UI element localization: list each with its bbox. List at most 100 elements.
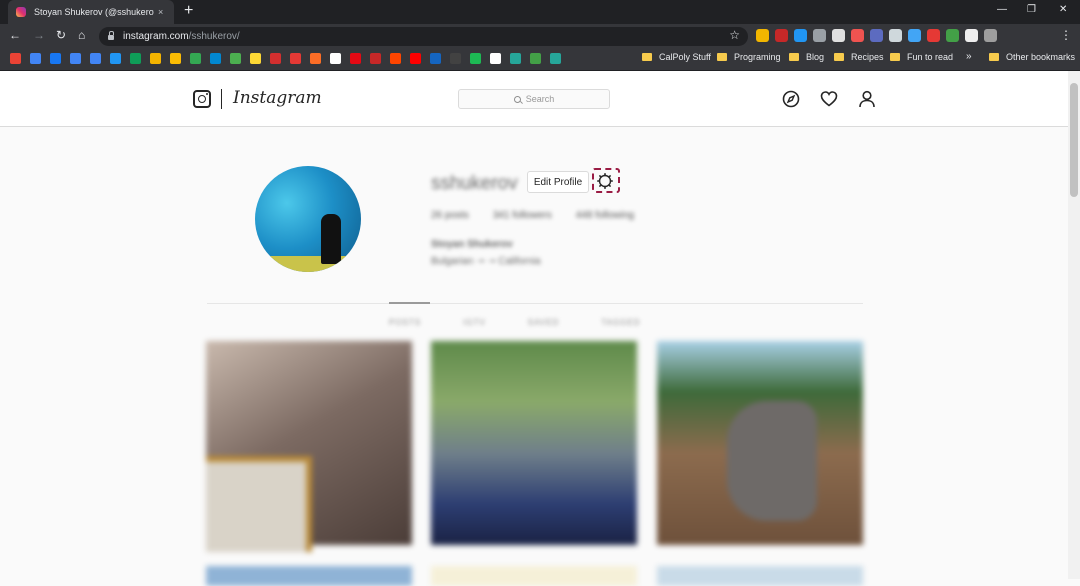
bookmark-favicon-icon[interactable] xyxy=(210,53,221,64)
profile-username: sshukerov xyxy=(431,173,518,194)
reload-button[interactable]: ↻ xyxy=(56,28,66,42)
extension-icon[interactable] xyxy=(756,29,769,42)
instagram-wordmark[interactable]: Instagram xyxy=(233,88,322,108)
bookmark-favicon-icon[interactable] xyxy=(310,53,321,64)
tab-title: Stoyan Shukerov (@sshukerov) · xyxy=(34,7,154,17)
folder-icon xyxy=(642,53,652,61)
folder-icon xyxy=(789,53,799,61)
bookmark-favicon-icon[interactable] xyxy=(430,53,441,64)
bookmark-folder-other[interactable]: Other bookmarks xyxy=(989,52,1075,62)
browser-menu-icon[interactable]: ⋮ xyxy=(1060,28,1072,42)
forward-button[interactable]: → xyxy=(33,28,45,42)
gear-icon[interactable] xyxy=(597,173,613,189)
restore-window-button[interactable]: ❐ xyxy=(1027,4,1036,15)
url-text[interactable]: instagram.com/sshukerov/ xyxy=(123,31,240,42)
more-bookmarks-button[interactable]: » xyxy=(966,51,972,62)
extension-icon[interactable] xyxy=(832,29,845,42)
bookmark-favicon-icon[interactable] xyxy=(550,53,561,64)
bookmark-favicon-icon[interactable] xyxy=(90,53,101,64)
bookmark-favicon-icon[interactable] xyxy=(270,53,281,64)
extension-icon[interactable] xyxy=(794,29,807,42)
post-thumbnail[interactable] xyxy=(431,566,637,586)
new-tab-button[interactable]: + xyxy=(184,2,193,20)
close-tab-icon[interactable]: × xyxy=(158,7,163,17)
profile-tabs: POSTS IGTV SAVED TAGGED xyxy=(389,318,641,327)
tab-tagged[interactable]: TAGGED xyxy=(601,318,640,327)
tab-igtv[interactable]: IGTV xyxy=(463,318,486,327)
edit-profile-button[interactable]: Edit Profile xyxy=(527,171,589,193)
post-thumbnail[interactable] xyxy=(657,341,863,545)
bookmark-favicon-icon[interactable] xyxy=(330,53,341,64)
bookmark-folder-programing[interactable]: Programing xyxy=(717,52,781,62)
extension-icon[interactable] xyxy=(946,29,959,42)
extension-icon[interactable] xyxy=(965,29,978,42)
browser-tab-strip: Stoyan Shukerov (@sshukerov) · × + — ❐ ✕ xyxy=(0,0,1080,24)
minimize-window-button[interactable]: — xyxy=(997,4,1007,15)
bookmarks-bar: CalPoly Stuff Programing Blog Recipes Fu… xyxy=(0,48,1080,71)
heart-icon[interactable] xyxy=(820,90,838,108)
post-thumbnail[interactable] xyxy=(206,566,412,586)
extension-icon[interactable] xyxy=(851,29,864,42)
bookmark-favicon-icon[interactable] xyxy=(450,53,461,64)
bookmark-favicon-icon[interactable] xyxy=(510,53,521,64)
bookmark-favicon-icon[interactable] xyxy=(250,53,261,64)
home-button[interactable]: ⌂ xyxy=(78,28,85,42)
extension-icon[interactable] xyxy=(775,29,788,42)
bookmark-favicon-icon[interactable] xyxy=(410,53,421,64)
bookmark-favicon-icon[interactable] xyxy=(470,53,481,64)
post-thumbnail[interactable] xyxy=(657,566,863,586)
person-icon[interactable] xyxy=(858,90,876,108)
bookmark-folder-recipes[interactable]: Recipes xyxy=(834,52,884,62)
extension-icon[interactable] xyxy=(813,29,826,42)
bookmark-favicon-icon[interactable] xyxy=(490,53,501,64)
search-placeholder: Search xyxy=(525,94,555,104)
active-tab-indicator xyxy=(389,302,430,304)
post-thumbnail[interactable] xyxy=(206,341,412,552)
search-input[interactable]: Search xyxy=(458,89,610,109)
close-window-button[interactable]: ✕ xyxy=(1059,4,1067,15)
back-button[interactable]: ← xyxy=(9,28,21,42)
extension-icon[interactable] xyxy=(908,29,921,42)
page-scrollbar[interactable] xyxy=(1068,71,1080,579)
bookmark-favicon-icon[interactable] xyxy=(70,53,81,64)
scrollbar-thumb[interactable] xyxy=(1070,83,1078,197)
followers-count[interactable]: 341 followers xyxy=(493,210,552,221)
bookmark-favicon-icon[interactable] xyxy=(190,53,201,64)
instagram-header: Instagram Search xyxy=(0,71,1068,127)
address-bar[interactable]: instagram.com/sshukerov/ ☆ xyxy=(99,27,748,46)
instagram-page: Instagram Search sshukerov Edit Profile xyxy=(0,71,1080,586)
extension-icon[interactable] xyxy=(870,29,883,42)
search-icon xyxy=(513,95,521,103)
bookmark-favicon-icon[interactable] xyxy=(10,53,21,64)
profile-stats: 26 posts 341 followers 448 following xyxy=(431,210,634,221)
profile-avatar[interactable] xyxy=(255,166,361,272)
bookmark-favicon-icon[interactable] xyxy=(130,53,141,64)
extension-icon[interactable] xyxy=(889,29,902,42)
bookmark-favicon-icon[interactable] xyxy=(530,53,541,64)
extension-icon[interactable] xyxy=(984,29,997,42)
bookmark-favicon-icon[interactable] xyxy=(230,53,241,64)
bookmark-folder-fun-to-read[interactable]: Fun to read xyxy=(890,52,953,62)
bookmark-star-icon[interactable]: ☆ xyxy=(729,28,740,42)
profile-bio: Bulgarian ➝ ➝ California xyxy=(431,256,541,267)
post-thumbnail[interactable] xyxy=(431,341,637,545)
tab-posts[interactable]: POSTS xyxy=(389,318,421,327)
bookmark-favicon-icon[interactable] xyxy=(370,53,381,64)
bookmark-favicon-icon[interactable] xyxy=(30,53,41,64)
bookmark-favicon-icon[interactable] xyxy=(290,53,301,64)
bookmark-favicon-icon[interactable] xyxy=(170,53,181,64)
bookmark-favicon-icon[interactable] xyxy=(110,53,121,64)
bookmark-folder-calpoly[interactable]: CalPoly Stuff xyxy=(642,52,711,62)
bookmark-favicon-icon[interactable] xyxy=(350,53,361,64)
bookmark-folder-blog[interactable]: Blog xyxy=(789,52,824,62)
bookmark-favicon-icon[interactable] xyxy=(390,53,401,64)
bookmark-favicon-icon[interactable] xyxy=(150,53,161,64)
following-count[interactable]: 448 following xyxy=(576,210,634,221)
instagram-logo-icon[interactable] xyxy=(193,90,211,108)
bookmark-favicon-icon[interactable] xyxy=(50,53,61,64)
browser-toolbar: ← → ↻ ⌂ instagram.com/sshukerov/ ☆ ⋮ xyxy=(0,24,1080,48)
tab-saved[interactable]: SAVED xyxy=(528,318,560,327)
browser-tab-instagram[interactable]: Stoyan Shukerov (@sshukerov) · × xyxy=(8,0,174,24)
extension-icon[interactable] xyxy=(927,29,940,42)
compass-icon[interactable] xyxy=(782,90,800,108)
